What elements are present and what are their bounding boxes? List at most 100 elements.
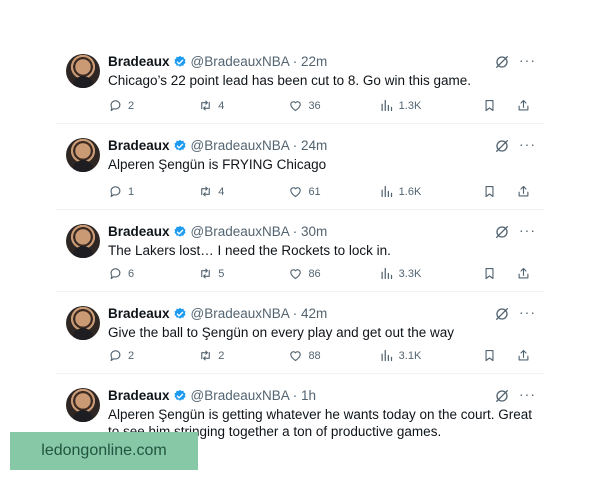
author-name[interactable]: Bradeaux bbox=[108, 138, 170, 154]
more-icon[interactable]: ··· bbox=[519, 136, 536, 152]
avatar[interactable] bbox=[66, 224, 100, 258]
like-button[interactable]: 61 bbox=[288, 184, 378, 199]
like-count: 86 bbox=[308, 267, 321, 280]
tweet-actions: 2 4 36 1.3K bbox=[108, 98, 536, 113]
author-handle[interactable]: @BradeauxNBA bbox=[191, 224, 290, 240]
tweet-header: Bradeaux @BradeauxNBA · 1h bbox=[108, 388, 316, 404]
author-name[interactable]: Bradeaux bbox=[108, 224, 170, 240]
bookmark-icon bbox=[485, 267, 494, 280]
retweet-button[interactable]: 4 bbox=[198, 98, 288, 113]
retweet-button[interactable]: 2 bbox=[198, 348, 288, 363]
bookmark-button[interactable] bbox=[482, 98, 502, 113]
tweet[interactable]: Bradeaux @BradeauxNBA · 24m ··· Alperen … bbox=[56, 124, 544, 210]
verified-badge-icon bbox=[173, 307, 186, 319]
view-count: 1.3K bbox=[398, 99, 422, 112]
tweet-time[interactable]: · 24m bbox=[293, 138, 328, 154]
tweet[interactable]: Bradeaux @BradeauxNBA · 30m ··· The Lake… bbox=[56, 210, 544, 292]
verified-badge-icon bbox=[173, 389, 186, 401]
reply-button[interactable]: 2 bbox=[108, 98, 198, 113]
view-count: 3.1K bbox=[398, 349, 422, 362]
verified-badge-icon bbox=[173, 139, 186, 151]
tweet[interactable]: Bradeaux @BradeauxNBA · 42m ··· Give the… bbox=[56, 292, 544, 374]
retweet-icon bbox=[201, 186, 211, 197]
tweet-text: Give the ball to Şengün on every play an… bbox=[108, 325, 454, 340]
view-count: 1.6K bbox=[398, 185, 422, 198]
share-icon bbox=[518, 267, 529, 279]
tweet-time[interactable]: · 30m bbox=[293, 224, 328, 240]
more-icon[interactable]: ··· bbox=[519, 222, 536, 238]
grok-icon[interactable] bbox=[494, 224, 510, 240]
author-handle[interactable]: @BradeauxNBA bbox=[191, 138, 290, 154]
more-icon[interactable]: ··· bbox=[519, 386, 536, 402]
retweet-icon bbox=[201, 100, 211, 111]
reply-button[interactable]: 2 bbox=[108, 348, 198, 363]
like-button[interactable]: 88 bbox=[288, 348, 378, 363]
bookmark-icon bbox=[485, 99, 494, 112]
author-handle[interactable]: @BradeauxNBA bbox=[191, 306, 290, 322]
retweet-button[interactable]: 4 bbox=[198, 184, 288, 199]
views-button[interactable]: 1.3K bbox=[379, 98, 482, 113]
views-icon bbox=[381, 99, 392, 112]
reply-count: 6 bbox=[128, 267, 135, 280]
bookmark-button[interactable] bbox=[482, 184, 502, 199]
share-button[interactable] bbox=[516, 348, 536, 363]
like-count: 88 bbox=[308, 349, 321, 362]
retweet-count: 4 bbox=[218, 99, 225, 112]
retweet-count: 4 bbox=[218, 185, 225, 198]
views-button[interactable]: 1.6K bbox=[379, 184, 482, 199]
author-handle[interactable]: @BradeauxNBA bbox=[191, 388, 290, 404]
views-button[interactable]: 3.3K bbox=[379, 266, 482, 281]
author-name[interactable]: Bradeaux bbox=[108, 306, 170, 322]
author-name[interactable]: Bradeaux bbox=[108, 388, 170, 404]
reply-icon bbox=[110, 268, 121, 280]
tweet-actions: 2 2 88 3.1K bbox=[108, 348, 536, 363]
tweet-time[interactable]: · 1h bbox=[293, 388, 316, 404]
grok-icon[interactable] bbox=[494, 138, 510, 154]
author-name[interactable]: Bradeaux bbox=[108, 54, 170, 70]
tweet-feed: Bradeaux @BradeauxNBA · 22m ··· Chicago’… bbox=[56, 40, 544, 454]
retweet-count: 5 bbox=[218, 267, 225, 280]
author-handle[interactable]: @BradeauxNBA bbox=[191, 54, 290, 70]
reply-count: 2 bbox=[128, 99, 135, 112]
share-button[interactable] bbox=[516, 98, 536, 113]
like-button[interactable]: 36 bbox=[288, 98, 378, 113]
avatar[interactable] bbox=[66, 306, 100, 340]
grok-icon[interactable] bbox=[494, 54, 510, 70]
tweet-text: Chicago’s 22 point lead has been cut to … bbox=[108, 73, 471, 88]
tweet-header: Bradeaux @BradeauxNBA · 30m bbox=[108, 224, 327, 240]
tweet-time[interactable]: · 22m bbox=[293, 54, 328, 70]
bookmark-button[interactable] bbox=[482, 348, 502, 363]
avatar[interactable] bbox=[66, 388, 100, 422]
retweet-icon bbox=[201, 268, 211, 279]
tweet-time[interactable]: · 42m bbox=[293, 306, 328, 322]
tweet-header: Bradeaux @BradeauxNBA · 42m bbox=[108, 306, 327, 322]
tweet-actions: 1 4 61 1.6K bbox=[108, 184, 536, 199]
avatar[interactable] bbox=[66, 54, 100, 88]
bookmark-button[interactable] bbox=[482, 266, 502, 281]
reply-count: 2 bbox=[128, 349, 135, 362]
reply-icon bbox=[110, 350, 121, 362]
grok-icon[interactable] bbox=[494, 306, 510, 322]
avatar[interactable] bbox=[66, 138, 100, 172]
more-icon[interactable]: ··· bbox=[519, 52, 536, 68]
retweet-icon bbox=[201, 350, 211, 361]
retweet-count: 2 bbox=[218, 349, 225, 362]
reply-count: 1 bbox=[128, 185, 135, 198]
views-icon bbox=[381, 185, 392, 198]
heart-icon bbox=[290, 269, 302, 280]
tweet[interactable]: Bradeaux @BradeauxNBA · 22m ··· Chicago’… bbox=[56, 40, 544, 124]
verified-badge-icon bbox=[173, 55, 186, 67]
grok-icon[interactable] bbox=[494, 388, 510, 404]
like-button[interactable]: 86 bbox=[288, 266, 378, 281]
more-icon[interactable]: ··· bbox=[519, 304, 536, 320]
retweet-button[interactable]: 5 bbox=[198, 266, 288, 281]
reply-button[interactable]: 1 bbox=[108, 184, 198, 199]
reply-button[interactable]: 6 bbox=[108, 266, 198, 281]
share-button[interactable] bbox=[516, 184, 536, 199]
heart-icon bbox=[290, 187, 302, 198]
reply-icon bbox=[110, 186, 121, 198]
views-button[interactable]: 3.1K bbox=[379, 348, 482, 363]
tweet-header: Bradeaux @BradeauxNBA · 22m bbox=[108, 54, 327, 70]
share-button[interactable] bbox=[516, 266, 536, 281]
share-icon bbox=[518, 185, 529, 197]
